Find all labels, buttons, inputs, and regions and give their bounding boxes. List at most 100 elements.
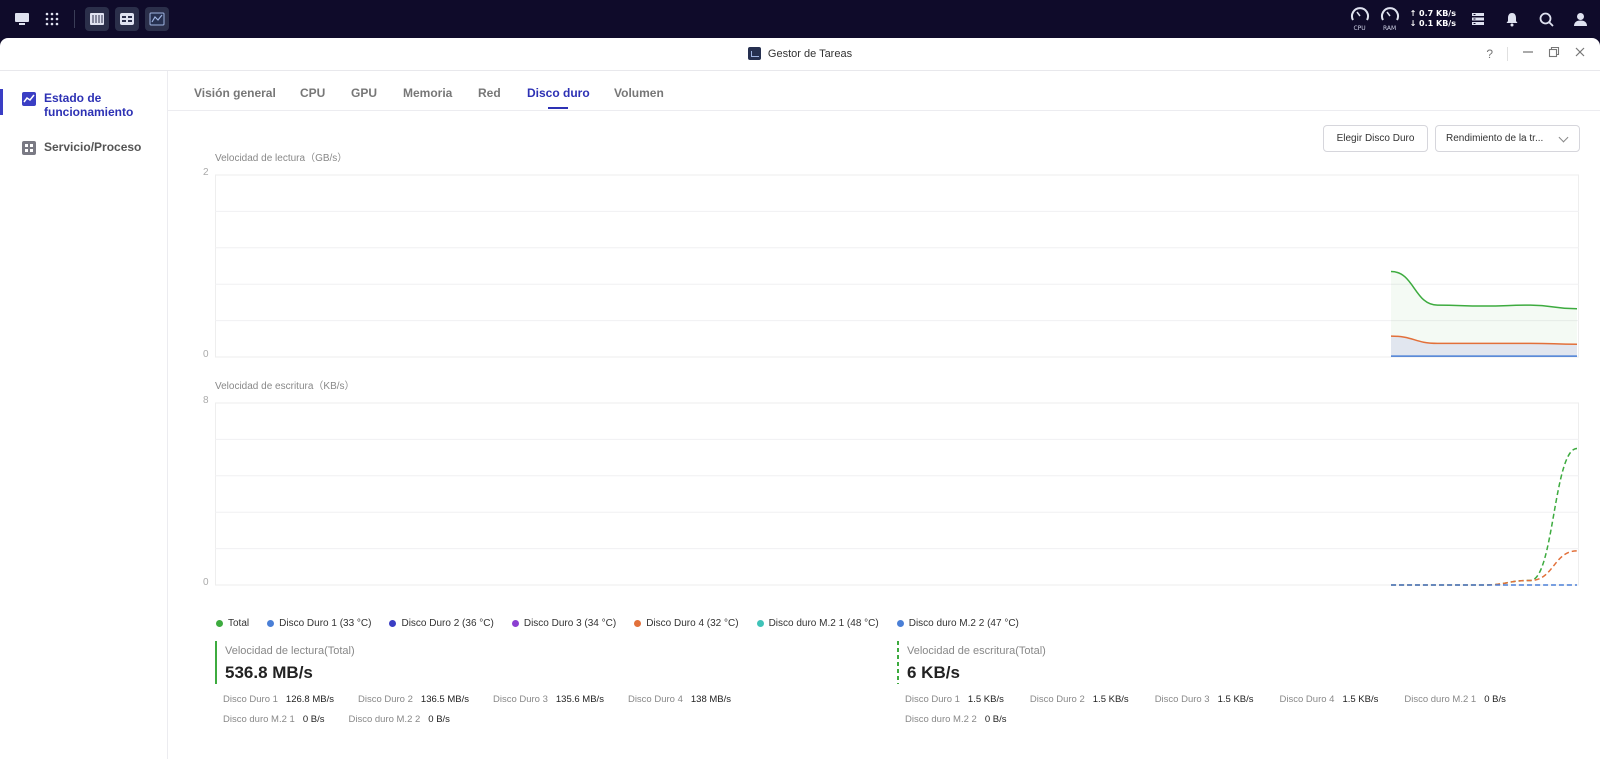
legend-dot [896,620,904,627]
apps-grid-icon[interactable] [40,7,64,31]
tab-disco-duro[interactable]: Disco duro [527,86,590,100]
download-speed: ↓ 0.1 KB/s [1409,19,1456,28]
close-button[interactable] [1574,46,1586,61]
task-manager-app-icon[interactable] [145,7,169,31]
notification-bell-icon[interactable] [1500,7,1524,31]
legend-item[interactable]: Disco duro M.2 2 (47 °C) [896,618,1019,629]
legend-item[interactable]: Disco Duro 2 (36 °C) [389,618,494,629]
read-speed-chart[interactable] [215,170,1579,360]
legend-label: Total [228,618,250,629]
legend-label: Disco duro M.2 2 (47 °C) [908,618,1019,629]
write-speed-chart[interactable] [215,398,1579,588]
read-disk-item: Disco Duro 1 126.8 MB/s [223,694,334,705]
read-chart-ytick-max: 2 [203,167,209,178]
sidebar-item-servicio[interactable]: Servicio/Proceso [22,140,141,155]
sidebar-item-label: Estado de funcionamiento [44,91,134,119]
write-chart-ytick-max: 8 [203,395,209,406]
upload-speed: ↑ 0.7 KB/s [1409,9,1456,18]
window-controls: ? [1486,46,1586,61]
disk-value: 1.5 KB/s [1092,694,1129,705]
tab-vision-general[interactable]: Visión general [194,86,276,100]
search-icon[interactable] [1534,7,1558,31]
network-speed[interactable]: ↑ 0.7 KB/s ↓ 0.1 KB/s [1410,9,1456,29]
restore-icon [1548,46,1560,58]
tab-gpu[interactable]: GPU [351,86,377,100]
disk-name: Disco Duro 2 [357,694,413,705]
task-manager-window: Gestor de Tareas ? Estado de funcionamie… [0,38,1600,759]
disk-value: 0 B/s [1484,694,1506,705]
ram-gauge-label: RAM [1382,25,1397,32]
disk-name: Disco duro M.2 1 [1404,694,1477,705]
storage-app-icon[interactable] [85,7,109,31]
legend-label: Disco Duro 2 (36 °C) [401,618,494,629]
minimize-button[interactable] [1522,46,1534,61]
disk-name: Disco Duro 1 [905,694,960,705]
chart-plot-area [215,174,1579,358]
disk-value: 0 B/s [428,714,450,725]
write-disk-item: Disco duro M.2 1 0 B/s [1404,694,1505,705]
tab-volumen[interactable]: Volumen [614,86,664,100]
chart-legend: Total Disco Duro 1 (33 °C) Disco Duro 2 (3… [216,618,1019,629]
sidebar-active-indicator [0,89,3,115]
disk-name: Disco duro M.2 2 [348,714,421,725]
disk-name: Disco Duro 4 [627,694,683,705]
help-button[interactable]: ? [1486,47,1493,61]
tab-cpu[interactable]: CPU [300,86,325,100]
legend-item[interactable]: Disco Duro 4 (32 °C) [634,618,739,629]
read-disk-row-2: Disco duro M.2 1 0 B/s Disco duro M.2 2 0 … [223,714,450,725]
control-panel-app-icon[interactable] [115,7,139,31]
disk-value: 1.5 KB/s [967,694,1004,705]
read-disk-row-1: Disco Duro 1 126.8 MB/s Disco Duro 2 136.5… [223,694,731,705]
write-disk-item: Disco duro M.2 2 0 B/s [905,714,1006,725]
write-chart-title: Velocidad de escritura（KB/s） [215,381,355,392]
write-summary-title: Velocidad de escritura(Total) [907,645,1046,657]
chevron-down-icon [1558,132,1569,143]
chart-line-icon [22,92,36,106]
minimize-icon [1523,51,1533,53]
restore-button[interactable] [1548,46,1560,61]
performance-select[interactable]: Rendimiento de la tr... [1435,125,1580,152]
disk-value: 135.6 MB/s [555,694,604,705]
window-titlebar[interactable]: Gestor de Tareas ? [0,38,1600,71]
disk-value: 126.8 MB/s [285,694,334,705]
tab-memoria[interactable]: Memoria [403,86,452,100]
disk-value: 138 MB/s [690,694,732,705]
disk-value: 1.5 KB/s [1342,694,1379,705]
read-disk-item: Disco duro M.2 2 0 B/s [348,714,449,725]
legend-label: Disco Duro 3 (34 °C) [523,618,617,629]
disk-value: 0 B/s [302,714,325,725]
disk-name: Disco Duro 3 [1154,694,1210,705]
legend-dot [511,620,519,627]
legend-item[interactable]: Disco Duro 1 (33 °C) [267,618,371,629]
write-disk-row-2: Disco duro M.2 2 0 B/s [905,714,1006,725]
legend-item[interactable]: Disco duro M.2 1 (48 °C) [756,618,879,629]
window-title: Gestor de Tareas [0,47,1600,60]
legend-dot [216,620,223,627]
write-disk-item: Disco Duro 3 1.5 KB/s [1155,694,1254,705]
system-taskbar: CPU RAM ↑ 0.7 KB/s ↓ 0.1 KB/s [0,0,1600,38]
disk-name: Disco Duro 2 [1029,694,1085,705]
sidebar: Estado de funcionamiento Servicio/Proces… [0,71,168,759]
disk-value: 136.5 MB/s [420,694,469,705]
disk-value: 0 B/s [984,714,1007,725]
legend-label: Disco Duro 1 (33 °C) [279,618,372,629]
tab-red[interactable]: Red [478,86,501,100]
read-disk-item: Disco Duro 3 135.6 MB/s [493,694,604,705]
desktop-icon[interactable] [10,7,34,31]
read-chart-ytick-min: 0 [203,349,209,360]
ram-gauge[interactable]: RAM [1380,6,1400,32]
cpu-gauge-label: CPU [1353,25,1366,32]
choose-disk-button[interactable]: Elegir Disco Duro [1323,125,1428,152]
user-account-icon[interactable] [1568,7,1592,31]
sidebar-item-label: Servicio/Proceso [44,140,142,154]
performance-select-value: Rendimiento de la tr... [1446,133,1544,144]
process-icon [22,141,36,155]
sidebar-item-estado[interactable]: Estado de funcionamiento [22,91,144,119]
legend-item[interactable]: Disco Duro 3 (34 °C) [511,618,617,629]
legend-item[interactable]: Total [216,618,249,629]
write-summary: Velocidad de escritura(Total) 6 KB/s Dis… [897,641,1577,731]
server-status-icon[interactable] [1466,7,1490,31]
cpu-gauge[interactable]: CPU [1350,6,1370,32]
disk-name: Disco duro M.2 1 [223,714,295,725]
read-chart-title: Velocidad de lectura（GB/s） [215,153,348,164]
